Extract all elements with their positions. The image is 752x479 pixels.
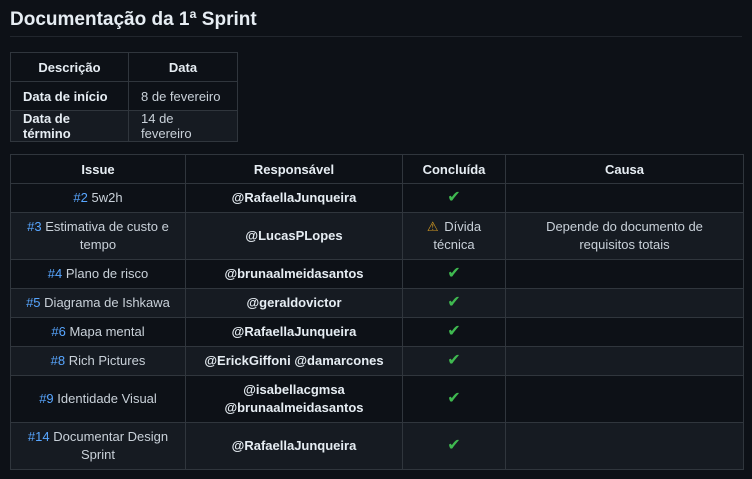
assignee-mention[interactable]: @brunaalmeidasantos: [224, 400, 363, 415]
start-date-label: Data de início: [10, 81, 129, 111]
assignee-mention[interactable]: @isabellacgmsa: [243, 382, 345, 397]
assignee-mention[interactable]: @ErickGiffoni @damarcones: [185, 346, 403, 376]
assignee-mention[interactable]: @RafaellaJunqueira: [185, 183, 403, 213]
start-date-value: 8 de fevereiro: [128, 81, 238, 111]
sprint-dates-table: Descrição Data Data de início 8 de fever…: [10, 52, 238, 142]
table-header-row: Issue Responsável Concluída Causa: [10, 154, 744, 184]
cause-cell: [505, 422, 744, 470]
issue-title: Plano de risco: [65, 266, 149, 281]
table-row: #14 Documentar Design Sprint @RafaellaJu…: [10, 422, 744, 470]
issue-cell: #2 5w2h: [10, 183, 186, 213]
done-cell: ✔: [402, 375, 506, 423]
cause-cell: [505, 288, 744, 318]
table-row: #8 Rich Pictures @ErickGiffoni @damarcon…: [10, 346, 744, 376]
issue-cell: #8 Rich Pictures: [10, 346, 186, 376]
cause-cell: [505, 317, 744, 347]
end-date-value: 14 de fevereiro: [128, 110, 238, 142]
done-cell: ✔: [402, 422, 506, 470]
table-row: Data de término 14 de fevereiro: [10, 110, 238, 142]
check-icon: ✔: [447, 323, 461, 340]
issue-cell: #3 Estimativa de custo e tempo: [10, 212, 186, 260]
issue-title: Mapa mental: [69, 324, 145, 339]
assignee-mention[interactable]: @LucasPLopes: [185, 212, 403, 260]
assignee-mention[interactable]: @RafaellaJunqueira: [185, 422, 403, 470]
table-row: #5 Diagrama de Ishkawa @geraldovictor ✔: [10, 288, 744, 318]
table-row: #6 Mapa mental @RafaellaJunqueira ✔: [10, 317, 744, 347]
issue-title: Estimativa de custo e tempo: [45, 219, 169, 252]
issue-link[interactable]: #3: [27, 219, 41, 234]
table-row: #3 Estimativa de custo e tempo @LucasPLo…: [10, 212, 744, 260]
header-descricao: Descrição: [10, 52, 129, 82]
assignee-mention[interactable]: @brunaalmeidasantos: [185, 259, 403, 289]
cause-cell: [505, 259, 744, 289]
header-responsavel: Responsável: [185, 154, 403, 184]
check-icon: ✔: [447, 352, 461, 369]
markdown-page: Documentação da 1ª Sprint Descrição Data…: [10, 0, 744, 470]
check-icon: ✔: [447, 437, 461, 454]
check-icon: ✔: [447, 390, 461, 407]
table-row: #2 5w2h @RafaellaJunqueira ✔: [10, 183, 744, 213]
issue-link[interactable]: #2: [73, 190, 87, 205]
assignee-mention[interactable]: @geraldovictor: [185, 288, 403, 318]
issue-cell: #6 Mapa mental: [10, 317, 186, 347]
sprint-issues-table: Issue Responsável Concluída Causa #2 5w2…: [10, 154, 744, 470]
issue-cell: #5 Diagrama de Ishkawa: [10, 288, 186, 318]
done-cell: ✔: [402, 317, 506, 347]
issue-title: Identidade Visual: [57, 391, 157, 406]
warning-icon: ⚠: [426, 219, 439, 234]
check-icon: ✔: [447, 189, 461, 206]
table-header-row: Descrição Data: [10, 52, 238, 82]
issue-link[interactable]: #8: [51, 353, 65, 368]
cause-cell: [505, 346, 744, 376]
header-causa: Causa: [505, 154, 744, 184]
issue-title: Diagrama de Ishkawa: [44, 295, 170, 310]
assignee-mention[interactable]: @RafaellaJunqueira: [185, 317, 403, 347]
check-icon: ✔: [447, 294, 461, 311]
issue-link[interactable]: #5: [26, 295, 40, 310]
done-cell: ⚠ Dívida técnica: [402, 212, 506, 260]
assignee-cell: @isabellacgmsa @brunaalmeidasantos: [185, 375, 403, 423]
issue-title: Rich Pictures: [68, 353, 146, 368]
cause-cell: Depende do documento de requisitos totai…: [505, 212, 744, 260]
end-date-label: Data de término: [10, 110, 129, 142]
issue-link[interactable]: #4: [48, 266, 62, 281]
issue-cell: #14 Documentar Design Sprint: [10, 422, 186, 470]
cause-cell: [505, 183, 744, 213]
table-row: Data de início 8 de fevereiro: [10, 81, 238, 111]
done-cell: ✔: [402, 346, 506, 376]
issue-link[interactable]: #6: [51, 324, 65, 339]
table-row: #9 Identidade Visual @isabellacgmsa @brun…: [10, 375, 744, 423]
issue-cell: #4 Plano de risco: [10, 259, 186, 289]
done-cell: ✔: [402, 288, 506, 318]
issue-link[interactable]: #9: [39, 391, 53, 406]
header-concluida: Concluída: [402, 154, 506, 184]
done-cell: ✔: [402, 183, 506, 213]
page-title: Documentação da 1ª Sprint: [10, 0, 742, 37]
table-row: #4 Plano de risco @brunaalmeidasantos ✔: [10, 259, 744, 289]
issue-title: Documentar Design Sprint: [53, 429, 169, 462]
header-issue: Issue: [10, 154, 186, 184]
issue-cell: #9 Identidade Visual: [10, 375, 186, 423]
status-text: Dívida técnica: [433, 219, 482, 252]
done-cell: ✔: [402, 259, 506, 289]
cause-cell: [505, 375, 744, 423]
check-icon: ✔: [447, 265, 461, 282]
issue-link[interactable]: #14: [28, 429, 50, 444]
header-data: Data: [128, 52, 238, 82]
issue-title: 5w2h: [91, 190, 123, 205]
